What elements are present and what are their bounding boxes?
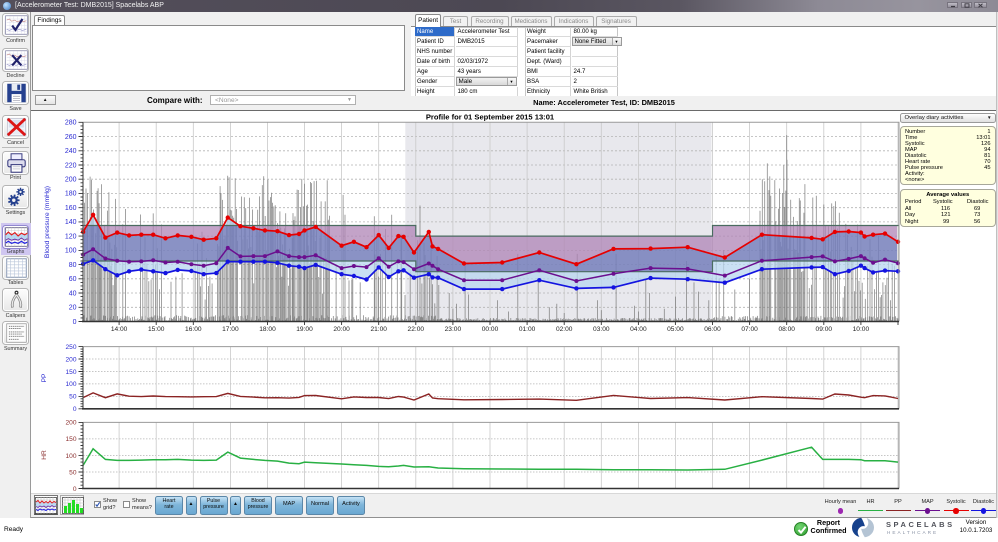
svg-text:20: 20: [69, 305, 77, 312]
svg-text:08:00: 08:00: [778, 326, 795, 333]
svg-text:04:00: 04:00: [630, 326, 647, 333]
svg-text:120: 120: [65, 233, 77, 240]
svg-text:100: 100: [65, 381, 76, 388]
svg-text:250: 250: [65, 344, 76, 351]
svg-text:16:00: 16:00: [185, 326, 202, 333]
svg-text:0: 0: [73, 406, 77, 413]
svg-text:09:00: 09:00: [816, 326, 833, 333]
svg-text:03:00: 03:00: [593, 326, 610, 333]
svg-text:240: 240: [65, 148, 77, 155]
svg-text:20:00: 20:00: [333, 326, 350, 333]
svg-text:23:00: 23:00: [445, 326, 462, 333]
svg-text:05:00: 05:00: [667, 326, 684, 333]
svg-text:100: 100: [65, 248, 77, 255]
svg-text:80: 80: [69, 262, 77, 269]
svg-text:07:00: 07:00: [741, 326, 758, 333]
svg-text:200: 200: [65, 177, 77, 184]
svg-text:150: 150: [65, 369, 76, 376]
svg-text:02:00: 02:00: [556, 326, 573, 333]
svg-text:40: 40: [69, 290, 77, 297]
svg-text:10:00: 10:00: [853, 326, 870, 333]
svg-text:18:00: 18:00: [259, 326, 276, 333]
svg-text:280: 280: [65, 120, 77, 127]
svg-text:0: 0: [73, 319, 77, 326]
svg-text:PP: PP: [41, 373, 48, 382]
svg-text:200: 200: [65, 420, 76, 427]
svg-text:06:00: 06:00: [704, 326, 721, 333]
svg-text:200: 200: [65, 356, 76, 363]
svg-text:100: 100: [65, 453, 76, 460]
svg-text:220: 220: [65, 162, 77, 169]
svg-text:15:00: 15:00: [148, 326, 165, 333]
svg-text:60: 60: [69, 276, 77, 283]
svg-text:19:00: 19:00: [296, 326, 313, 333]
svg-text:0: 0: [73, 486, 77, 493]
svg-text:22:00: 22:00: [408, 326, 425, 333]
svg-text:01:00: 01:00: [519, 326, 536, 333]
svg-text:150: 150: [65, 436, 76, 443]
svg-text:Blood pressure (mmHg): Blood pressure (mmHg): [44, 186, 51, 258]
svg-text:HR: HR: [41, 450, 48, 460]
svg-text:Profile for 01 September 2015: Profile for 01 September 2015 13:01: [426, 113, 555, 122]
svg-text:17:00: 17:00: [222, 326, 239, 333]
svg-text:260: 260: [65, 134, 77, 141]
svg-text:140: 140: [65, 219, 77, 226]
svg-text:21:00: 21:00: [370, 326, 387, 333]
svg-text:14:00: 14:00: [111, 326, 128, 333]
svg-text:50: 50: [69, 469, 77, 476]
svg-text:160: 160: [65, 205, 77, 212]
svg-text:50: 50: [69, 394, 77, 401]
svg-text:180: 180: [65, 191, 77, 198]
svg-text:00:00: 00:00: [482, 326, 499, 333]
